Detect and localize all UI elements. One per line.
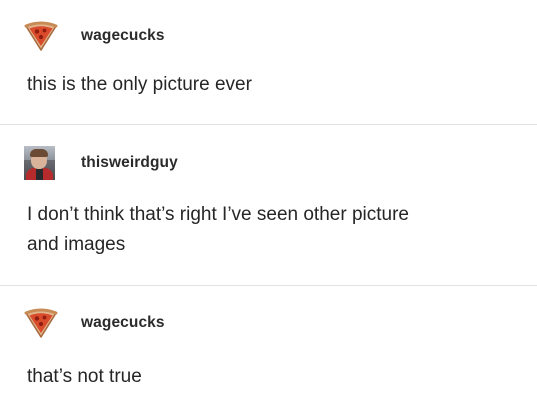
post-text: that’s not true	[27, 366, 142, 387]
photo-seat-strap	[36, 168, 43, 180]
post-header: wagecucks	[24, 19, 165, 53]
post: wagecucks this is the only picture ever	[0, 0, 537, 124]
post-text: this is the only picture ever	[27, 74, 252, 95]
post-username[interactable]: wagecucks	[81, 314, 165, 332]
pizza-slice-icon[interactable]	[24, 19, 58, 53]
post-header: wagecucks	[24, 306, 165, 340]
user-avatar-photo[interactable]	[24, 146, 55, 180]
post-username[interactable]: thisweirdguy	[81, 154, 178, 172]
post-username[interactable]: wagecucks	[81, 27, 165, 45]
post: thisweirdguy I don’t think that’s right …	[0, 125, 537, 285]
post-text: I don’t think that’s right I’ve seen oth…	[27, 204, 409, 255]
post-header: thisweirdguy	[24, 146, 178, 180]
photo-hair	[30, 149, 48, 157]
pizza-slice-icon[interactable]	[24, 306, 58, 340]
post: wagecucks that’s not true	[0, 286, 537, 408]
